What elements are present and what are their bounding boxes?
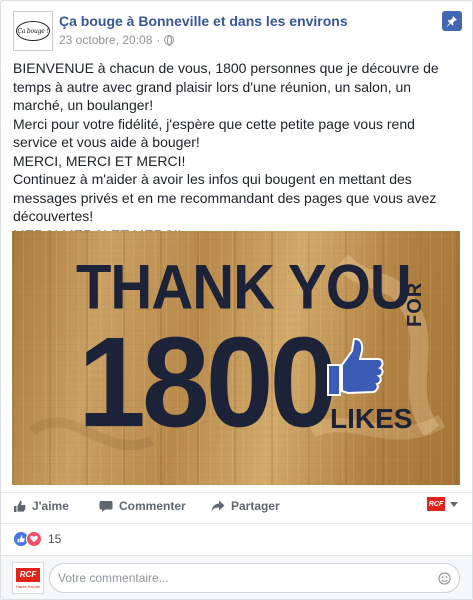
commenter-logo-sub: Haute-Savoie — [15, 583, 41, 589]
post-paragraph: Continuez à m'aider à avoir les infos qu… — [13, 171, 437, 224]
avatar-logo: Ça bouge ! — [16, 21, 50, 41]
post-as-selector[interactable]: RCF — [427, 497, 460, 511]
emoji-icon[interactable] — [438, 572, 451, 585]
post-meta: 23 octobre, 20:08 · — [59, 33, 175, 47]
share-icon — [211, 500, 225, 512]
commenter-logo: RCF — [16, 567, 40, 582]
image-number-text: 1800 — [78, 310, 337, 454]
reaction-count: 15 — [48, 532, 62, 546]
share-button[interactable]: Partager — [211, 499, 280, 513]
post-body: BIENVENUE à chacun de vous, 1800 personn… — [13, 59, 463, 244]
comment-composer: RCF Haute-Savoie Votre commentaire... — [1, 555, 472, 599]
pin-icon — [446, 16, 457, 27]
comment-icon — [99, 500, 113, 512]
page-name-link[interactable]: Ça bouge à Bonneville et dans les enviro… — [59, 13, 348, 29]
comment-label: Commenter — [119, 499, 186, 513]
meta-separator: · — [156, 33, 161, 47]
share-label: Partager — [231, 499, 280, 513]
page-avatar[interactable]: Ça bouge ! — [13, 11, 53, 51]
comment-placeholder: Votre commentaire... — [58, 571, 169, 585]
post-timestamp[interactable]: 23 octobre, 20:08 — [59, 33, 152, 47]
comment-input[interactable]: Votre commentaire... — [49, 563, 460, 593]
post-paragraph: MERCI, MERCI ET MERCI! — [13, 152, 186, 169]
post-header: Ça bouge ! Ça bouge à Bonneville et dans… — [13, 11, 462, 51]
rcf-logo: RCF — [427, 497, 445, 511]
like-icon — [14, 500, 26, 512]
post-card: Ça bouge ! Ça bouge à Bonneville et dans… — [0, 0, 473, 600]
post-paragraph: Merci pour votre fidélité, j'espère que … — [13, 115, 415, 151]
globe-icon[interactable] — [164, 35, 175, 46]
like-label: J'aime — [32, 499, 69, 513]
image-likes-text: LIKES — [330, 403, 413, 434]
avatar-logo-text: Ça bouge ! — [17, 27, 49, 35]
like-button[interactable]: J'aime — [13, 499, 69, 513]
image-for-text: FOR — [404, 281, 426, 327]
action-bar: J'aime Commenter Partager RCF — [13, 495, 460, 521]
commenter-avatar[interactable]: RCF Haute-Savoie — [12, 562, 44, 594]
love-reaction-icon — [26, 531, 42, 547]
divider — [1, 492, 472, 493]
thumbs-up-icon — [327, 337, 384, 396]
post-image[interactable]: THANK YOU FOR 1800 LIKES — [12, 231, 460, 485]
caret-down-icon — [450, 502, 458, 507]
divider — [1, 523, 472, 524]
reactions-summary[interactable]: 15 — [13, 531, 61, 547]
comment-button[interactable]: Commenter — [99, 499, 186, 513]
pin-button[interactable] — [442, 11, 462, 31]
post-paragraph: BIENVENUE à chacun de vous, 1800 personn… — [13, 60, 439, 113]
